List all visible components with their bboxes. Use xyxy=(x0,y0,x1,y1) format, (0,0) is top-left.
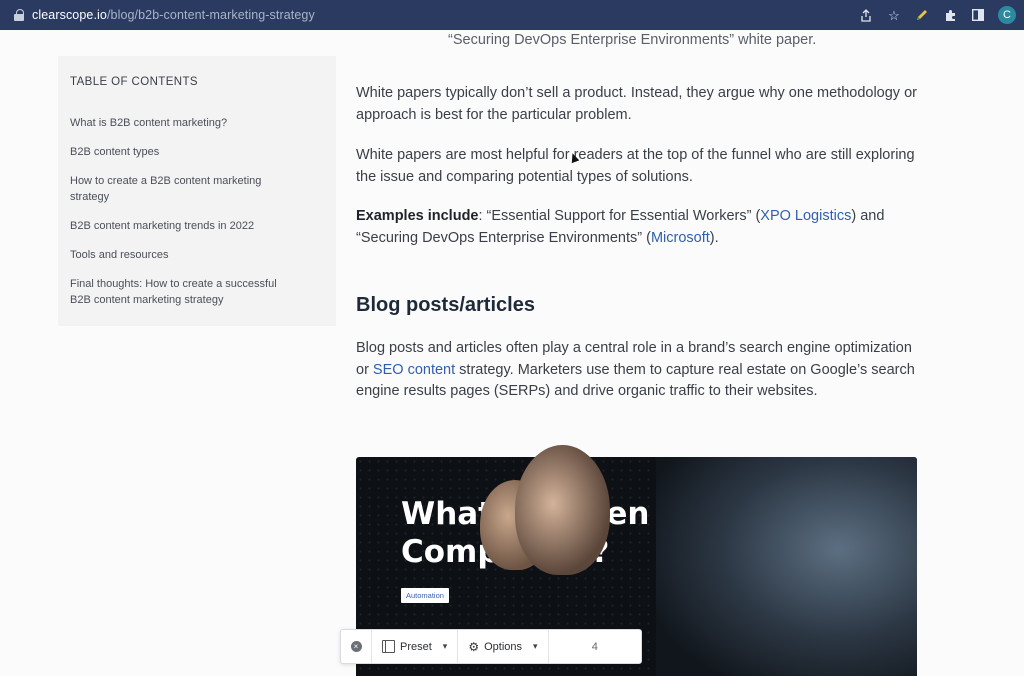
paragraph-white-papers-helpful: White papers are most helpful for reader… xyxy=(356,147,915,185)
examples-label: Examples include xyxy=(356,208,479,224)
toc-item-trends-2022[interactable]: B2B content marketing trends in 2022 xyxy=(70,218,300,234)
browser-actions: ☆ C xyxy=(858,0,1016,30)
close-icon: × xyxy=(350,641,362,652)
examples-text-3: ). xyxy=(709,229,719,246)
options-label: Options xyxy=(484,640,523,653)
toolbar-number-field[interactable]: 4 xyxy=(549,641,641,653)
chevron-down-icon: ▾ xyxy=(442,641,448,651)
hero-photo xyxy=(656,457,917,676)
toc-item-what-is-b2b[interactable]: What is B2B content marketing? xyxy=(70,115,300,131)
toolbar-close-button[interactable]: × xyxy=(341,630,372,663)
toc-item-content-types[interactable]: B2B content types xyxy=(70,144,300,160)
paragraph-examples: Examples include: “Essential Support for… xyxy=(356,206,921,249)
toc-item-how-to-create[interactable]: How to create a B2B content marketing st… xyxy=(70,173,300,205)
link-microsoft[interactable]: Microsoft xyxy=(651,230,710,246)
link-xpo-logistics[interactable]: XPO Logistics xyxy=(760,208,851,224)
extension-highlighter-icon[interactable] xyxy=(914,7,930,23)
preset-dropdown[interactable]: Preset ▾ xyxy=(372,630,459,663)
preset-label: Preset xyxy=(400,640,432,653)
examples-text-1: : “Essential Support for Essential Worke… xyxy=(478,208,761,224)
chevron-down-icon: ▾ xyxy=(533,641,538,651)
article-top-line: “Securing DevOps Enterprise Environments… xyxy=(448,32,817,48)
url-host: clearscope.io xyxy=(32,8,107,22)
floating-toolbar: × Preset ▾ ⚙ Options ▾ 4 xyxy=(340,629,642,664)
bookmark-star-icon[interactable]: ☆ xyxy=(886,7,902,23)
gear-icon: ⚙ xyxy=(468,639,480,654)
link-seo-content[interactable]: SEO content xyxy=(373,362,455,378)
toc-item-final-thoughts[interactable]: Final thoughts: How to create a successf… xyxy=(70,276,300,308)
heading-blog-posts: Blog posts/articles xyxy=(356,294,535,316)
hero-tag: Automation xyxy=(401,588,449,603)
profile-avatar[interactable]: C xyxy=(998,6,1016,24)
paragraph-blog-posts: Blog posts and articles often play a cen… xyxy=(356,338,921,403)
photo-person-right xyxy=(515,445,610,575)
extensions-puzzle-icon[interactable] xyxy=(942,7,958,23)
paragraph-white-papers-sell: White papers typically don’t sell a prod… xyxy=(356,85,917,123)
share-icon[interactable] xyxy=(858,7,874,23)
side-panel-icon[interactable] xyxy=(970,7,986,23)
table-of-contents: TABLE OF CONTENTS What is B2B content ma… xyxy=(58,56,336,326)
url-text[interactable]: clearscope.io/blog/b2b-content-marketing… xyxy=(32,8,315,22)
url-path: /blog/b2b-content-marketing-strategy xyxy=(106,8,315,22)
lock-icon[interactable] xyxy=(14,9,24,21)
options-dropdown[interactable]: ⚙ Options ▾ xyxy=(458,630,549,663)
toc-item-tools-resources[interactable]: Tools and resources xyxy=(70,247,300,263)
browser-address-bar: clearscope.io/blog/b2b-content-marketing… xyxy=(0,0,1024,30)
toc-title: TABLE OF CONTENTS xyxy=(70,76,198,88)
preset-icon xyxy=(382,640,395,653)
